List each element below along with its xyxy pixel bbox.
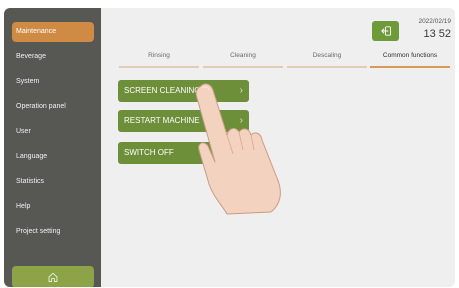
- sidebar: Maintenance Beverage System Operation pa…: [4, 8, 101, 287]
- tab-cleaning[interactable]: Cleaning: [203, 52, 283, 68]
- logout-button[interactable]: [372, 21, 399, 41]
- tab-label: Rinsing: [148, 52, 170, 59]
- home-button[interactable]: [12, 266, 94, 287]
- tab-underline: [370, 66, 450, 68]
- sidebar-item-operation-panel[interactable]: Operation panel: [12, 97, 94, 117]
- tab-label: Descaling: [312, 52, 342, 59]
- tab-descaling[interactable]: Descaling: [287, 52, 367, 68]
- time-display: 13 52: [423, 28, 451, 40]
- tab-common-functions[interactable]: Common functions: [370, 52, 450, 68]
- tab-underline: [287, 66, 367, 68]
- sidebar-item-project-setting[interactable]: Project setting: [12, 222, 94, 242]
- logout-icon: [380, 26, 391, 36]
- sidebar-item-statistics[interactable]: Statistics: [12, 172, 94, 192]
- button-label: SWITCH OFF: [124, 148, 174, 157]
- tab-underline: [119, 66, 199, 68]
- sidebar-item-language[interactable]: Language: [12, 147, 94, 167]
- date-display: 2022/02/19: [418, 18, 451, 25]
- sidebar-item-help[interactable]: Help: [12, 197, 94, 217]
- tab-rinsing[interactable]: Rinsing: [119, 52, 199, 68]
- tab-label: Cleaning: [230, 52, 256, 59]
- sidebar-item-beverage[interactable]: Beverage: [12, 47, 94, 67]
- tab-label: Common functions: [382, 52, 438, 59]
- sidebar-item-system[interactable]: System: [12, 72, 94, 92]
- sidebar-item-maintenance[interactable]: Maintenance: [12, 22, 94, 42]
- main-panel: 2022/02/19 13 52 Rinsing Cleaning Descal…: [101, 8, 455, 287]
- app-frame: Maintenance Beverage System Operation pa…: [4, 8, 455, 287]
- tab-underline: [203, 66, 283, 68]
- sidebar-item-user[interactable]: User: [12, 122, 94, 142]
- home-icon: [48, 272, 58, 282]
- pointing-hand-icon: [195, 83, 281, 215]
